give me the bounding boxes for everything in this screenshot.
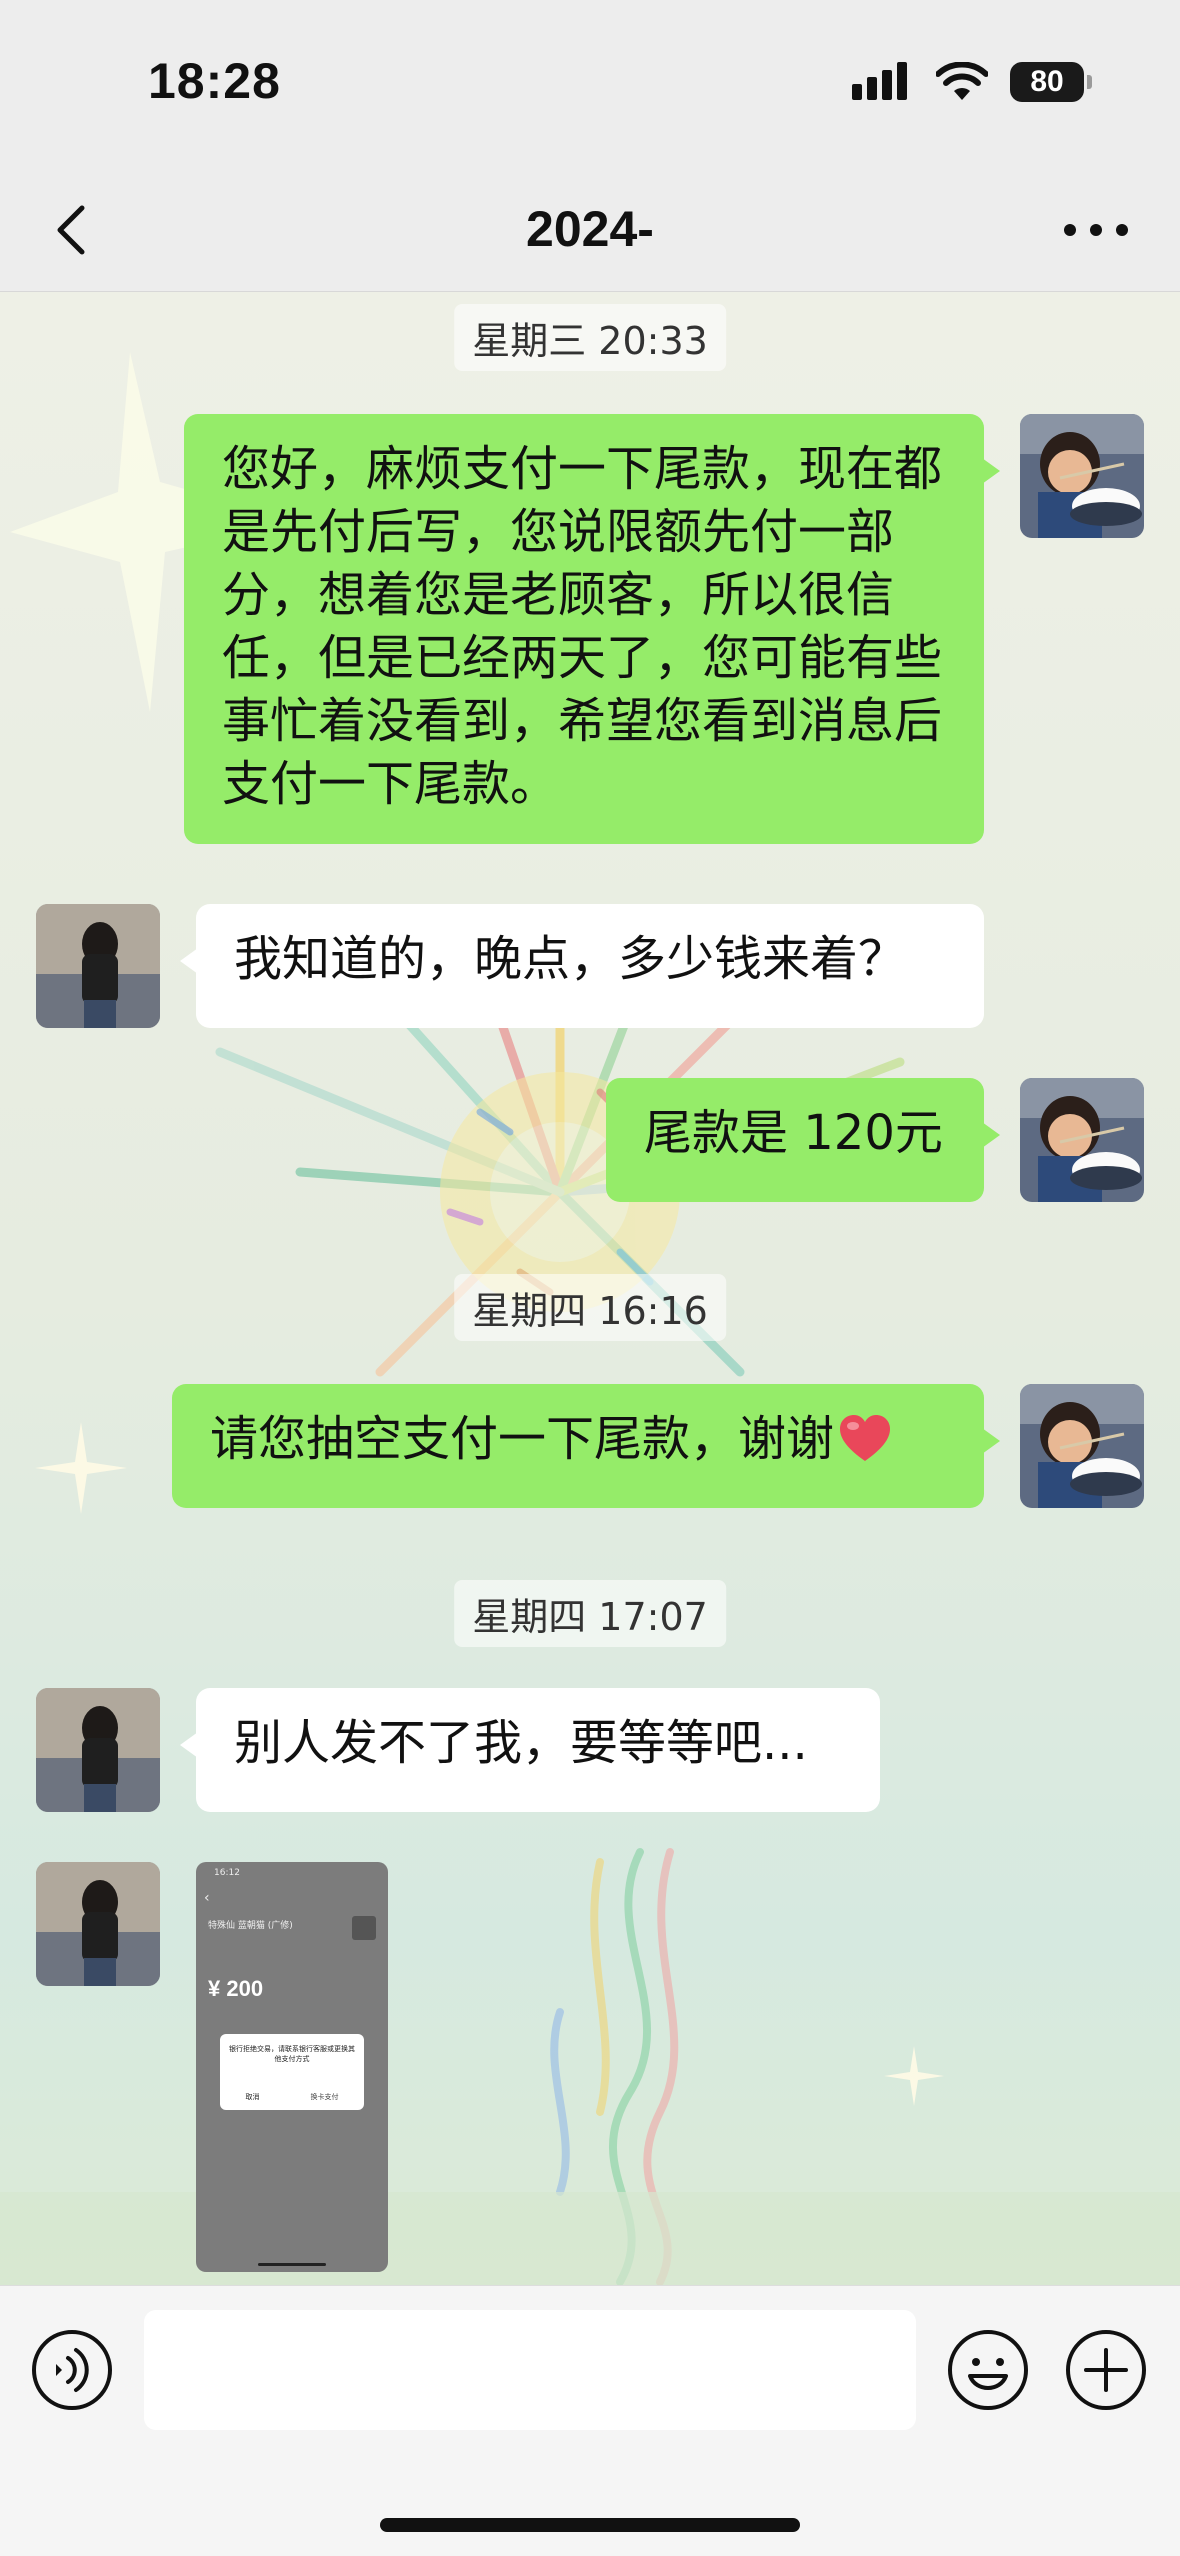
more-options-icon[interactable] — [1056, 200, 1136, 260]
message-text: 我知道的，晚点，多少钱来着？ — [234, 931, 907, 987]
my-avatar[interactable] — [1020, 1384, 1144, 1508]
image-message[interactable]: 16:12 ‹ 特殊仙 蓝朝猫 (广修) ¥ 200 银行拒绝交易，请联系银行客… — [196, 1862, 388, 2272]
child-eating-avatar-icon — [1020, 1078, 1144, 1202]
image-merchant-thumbnail — [352, 1916, 376, 1940]
image-dialog-text: 银行拒绝交易，请联系银行客服或更换其他支付方式 — [229, 2045, 355, 2063]
image-back-icon: ‹ — [204, 1890, 210, 1906]
message-text: 尾款是 120元 — [644, 1105, 943, 1161]
message-text: 请您抽空支付一下尾款，谢谢 — [210, 1411, 835, 1467]
battery-level: 80 — [1030, 65, 1064, 98]
plus-icon[interactable] — [1064, 2328, 1148, 2412]
child-eating-avatar-icon — [1020, 414, 1144, 538]
nav-bar: 2024- — [0, 170, 1180, 292]
child-eating-avatar-icon — [1020, 1384, 1144, 1508]
person-photo-avatar-icon — [36, 904, 160, 1028]
message-text: 别人发不了我，要等等吧... — [234, 1715, 808, 1771]
image-amount: ¥ 200 — [208, 1976, 264, 2001]
contact-avatar[interactable] — [36, 1862, 160, 1986]
image-dialog-cancel: 取消 — [245, 2093, 260, 2101]
home-indicator — [380, 2518, 800, 2532]
wifi-icon — [936, 62, 988, 100]
timestamp: 星期四 16:16 — [454, 1274, 726, 1341]
chat-area[interactable]: 星期三 20:33 您好，麻烦支付一下尾款，现在都是先付后写，您说限额先付一部分… — [0, 292, 1180, 2285]
cellular-signal-icon — [852, 62, 907, 100]
contact-avatar[interactable] — [36, 1688, 160, 1812]
emoji-icon[interactable] — [946, 2328, 1030, 2412]
timestamp: 星期三 20:33 — [454, 304, 726, 371]
status-icons: 80 — [852, 62, 1092, 102]
timestamp: 星期四 17:07 — [454, 1580, 726, 1647]
chat-title: 2024- — [526, 201, 654, 257]
outgoing-message[interactable]: 您好，麻烦支付一下尾款，现在都是先付后写，您说限额先付一部分，想着您是老顾客，所… — [184, 414, 1000, 844]
incoming-message[interactable]: 别人发不了我，要等等吧... — [180, 1688, 880, 1812]
battery-indicator: 80 — [1010, 62, 1092, 102]
outgoing-message[interactable]: 请您抽空支付一下尾款，谢谢 — [172, 1384, 1000, 1508]
image-merchant-name: 特殊仙 蓝朝猫 (广修) — [208, 1921, 293, 1931]
voice-input-icon[interactable] — [30, 2328, 114, 2412]
status-time: 18:28 — [148, 53, 281, 109]
my-avatar[interactable] — [1020, 414, 1144, 538]
input-bar — [0, 2285, 1180, 2556]
person-photo-avatar-icon — [36, 1688, 160, 1812]
my-avatar[interactable] — [1020, 1078, 1144, 1202]
person-photo-avatar-icon — [36, 1862, 160, 1986]
contact-avatar[interactable] — [36, 904, 160, 1028]
image-home-indicator — [258, 2263, 326, 2266]
incoming-message[interactable]: 我知道的，晚点，多少钱来着？ — [180, 904, 984, 1028]
image-status-time: 16:12 — [214, 1868, 240, 1878]
image-dialog-ok: 换卡支付 — [310, 2093, 339, 2101]
status-bar: 18:28 80 — [0, 0, 1180, 170]
heart-icon — [840, 1415, 891, 1461]
image-dialog-buttons: 取消 换卡支付 — [220, 2092, 364, 2102]
message-text: 您好，麻烦支付一下尾款，现在都是先付后写，您说限额先付一部分，想着您是老顾客，所… — [222, 441, 943, 812]
outgoing-message[interactable]: 尾款是 120元 — [606, 1078, 1000, 1202]
message-input[interactable] — [144, 2310, 916, 2430]
image-error-dialog: 银行拒绝交易，请联系银行客服或更换其他支付方式 取消 换卡支付 — [220, 2034, 364, 2110]
